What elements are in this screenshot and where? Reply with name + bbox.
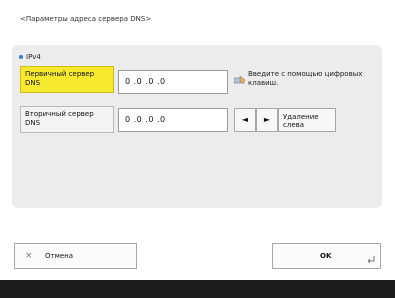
- section-label-ipv4: IPv4: [19, 53, 41, 61]
- close-icon: ×: [25, 251, 33, 261]
- enter-corner-icon: [367, 256, 375, 265]
- cursor-right-button[interactable]: ►: [256, 108, 278, 132]
- secondary-dns-label[interactable]: Вторичный сервер DNS: [20, 106, 114, 133]
- ok-button[interactable]: OK: [272, 243, 381, 269]
- delete-left-button[interactable]: Удаление слева: [278, 108, 336, 132]
- section-label-text: IPv4: [26, 53, 41, 61]
- cancel-label: Отмена: [45, 252, 74, 260]
- dialog-title: <Параметры адреса сервера DNS>: [20, 15, 152, 23]
- arrow-right-icon: ►: [263, 115, 271, 124]
- primary-dns-label[interactable]: Первичный сервер DNS: [20, 66, 114, 93]
- primary-dns-input[interactable]: 0 .0 .0 .0: [118, 70, 228, 94]
- ok-label: OK: [320, 252, 332, 260]
- cursor-left-button[interactable]: ◄: [234, 108, 256, 132]
- keypad-hand-icon: [233, 70, 246, 85]
- bullet-icon: [19, 55, 23, 59]
- cancel-button[interactable]: × Отмена: [14, 243, 137, 269]
- hint-text: Введите с помощью цифровых клавиш.: [248, 70, 363, 87]
- arrow-left-icon: ◄: [241, 115, 249, 124]
- status-bar: [0, 280, 395, 298]
- secondary-dns-input[interactable]: 0 .0 .0 .0: [118, 108, 228, 132]
- dns-settings-screen: <Параметры адреса сервера DNS> IPv4 Перв…: [0, 0, 395, 298]
